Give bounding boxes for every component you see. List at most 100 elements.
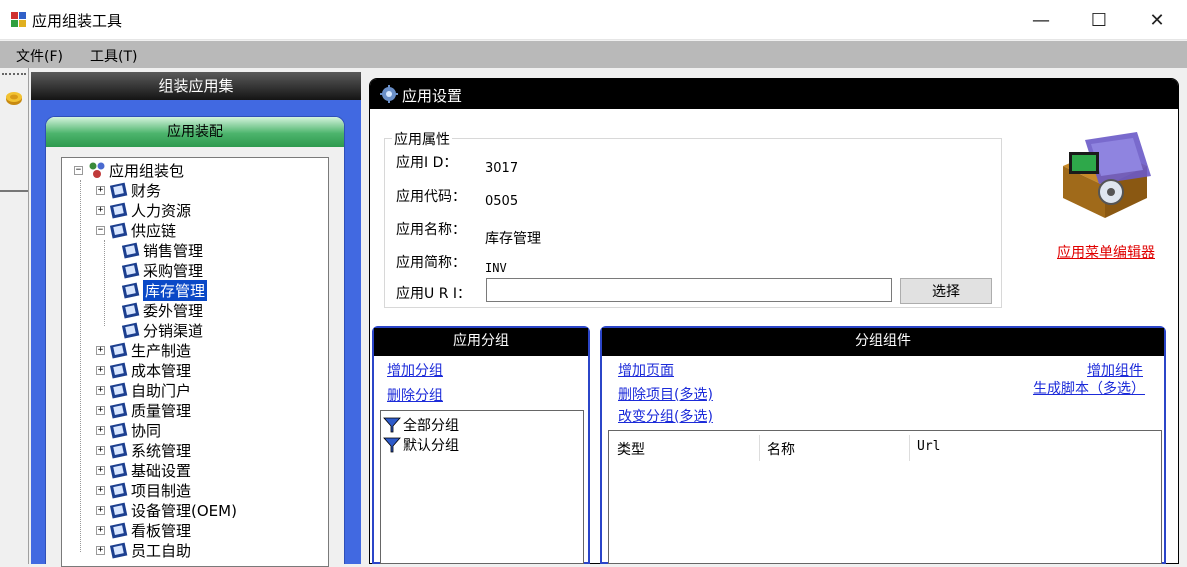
title-bar: 应用组装工具 — ☐ ✕ xyxy=(0,0,1187,40)
tree-node-label: 成本管理 xyxy=(131,361,192,380)
coin-icon[interactable] xyxy=(4,90,24,106)
tree-node[interactable]: + 员工自助 xyxy=(96,540,191,560)
app-short-name-label: 应用简称： xyxy=(396,255,466,271)
tree-node[interactable]: + 协同 xyxy=(96,420,161,440)
app-properties-legend: 应用属性 xyxy=(392,129,452,149)
tree-node[interactable]: + 成本管理 xyxy=(96,360,191,380)
tree-leaf[interactable]: 采购管理 xyxy=(122,260,203,280)
module-icon xyxy=(122,282,140,299)
window-title: 应用组装工具 xyxy=(32,12,123,30)
expand-toggle[interactable]: + xyxy=(96,445,105,455)
menu-editor-icon[interactable] xyxy=(1055,126,1155,222)
tree-node[interactable]: + 自助门户 xyxy=(96,380,191,400)
menu-editor-link[interactable]: 应用菜单编辑器 xyxy=(1057,242,1155,262)
column-header-name[interactable]: 名称 xyxy=(767,439,795,459)
delete-group-link[interactable]: 删除分组 xyxy=(387,385,443,405)
module-icon xyxy=(122,302,140,319)
module-icon xyxy=(110,542,128,559)
strip-divider xyxy=(0,190,28,192)
tree-node-root[interactable]: − 应用组装包 xyxy=(74,160,184,180)
close-button[interactable]: ✕ xyxy=(1128,0,1186,40)
app-settings-header: 应用设置 xyxy=(370,79,1178,109)
expand-toggle[interactable]: + xyxy=(96,505,105,515)
expand-toggle[interactable]: + xyxy=(96,385,105,395)
delete-items-link[interactable]: 删除项目(多选) xyxy=(618,384,713,404)
filter-funnel-icon xyxy=(383,437,401,453)
collapse-toggle[interactable]: − xyxy=(74,165,83,175)
tree-node[interactable]: + 设备管理(OEM) xyxy=(96,500,237,520)
group-components-header: 分组组件 xyxy=(602,328,1164,356)
expand-toggle[interactable]: + xyxy=(96,485,105,495)
module-icon xyxy=(110,422,128,439)
expand-toggle[interactable]: + xyxy=(96,405,105,415)
tree-node[interactable]: + 项目制造 xyxy=(96,480,191,500)
tree-node-label: 委外管理 xyxy=(143,301,204,320)
select-button[interactable]: 选择 xyxy=(900,278,992,304)
group-item-label: 默认分组 xyxy=(403,438,459,454)
column-divider xyxy=(759,435,760,461)
app-uri-input[interactable] xyxy=(486,278,892,302)
tree-node[interactable]: + 系统管理 xyxy=(96,440,191,460)
tree-node-label: 应用组装包 xyxy=(109,161,185,180)
tree-node[interactable]: + 看板管理 xyxy=(96,520,191,540)
expand-toggle[interactable]: + xyxy=(96,365,105,375)
expand-toggle[interactable]: + xyxy=(96,425,105,435)
module-icon xyxy=(110,442,128,459)
column-header-url[interactable]: Url xyxy=(917,439,940,454)
expand-toggle[interactable]: + xyxy=(96,465,105,475)
group-item-all[interactable]: 全部分组 xyxy=(383,415,459,435)
tree-node[interactable]: + 生产制造 xyxy=(96,340,191,360)
module-icon xyxy=(122,262,140,279)
tree-leaf[interactable]: 委外管理 xyxy=(122,300,203,320)
expand-toggle[interactable]: + xyxy=(96,345,105,355)
tree-node[interactable]: + 财务 xyxy=(96,180,161,200)
column-divider xyxy=(909,435,910,461)
app-code-value: 0505 xyxy=(485,194,519,209)
tree-node-label: 生产制造 xyxy=(131,341,192,360)
expand-toggle[interactable]: + xyxy=(96,205,105,215)
change-group-link[interactable]: 改变分组(多选) xyxy=(618,406,713,426)
app-name-label: 应用名称： xyxy=(396,222,466,238)
app-tree[interactable]: − 应用组装包 + 财务 + 人力资源 − 供应链 销售管理 采购管理 库存管理… xyxy=(61,157,329,567)
add-group-link[interactable]: 增加分组 xyxy=(387,360,443,380)
tree-leaf[interactable]: 分销渠道 xyxy=(122,320,203,340)
expand-toggle[interactable]: + xyxy=(96,525,105,535)
minimize-button[interactable]: — xyxy=(1012,0,1070,40)
components-table[interactable]: 类型 名称 Url xyxy=(608,430,1162,564)
group-item-default[interactable]: 默认分组 xyxy=(383,435,459,455)
tree-node-label: 自助门户 xyxy=(131,381,192,400)
tree-node-label: 设备管理(OEM) xyxy=(131,501,237,520)
app-uri-label: 应用U R I： xyxy=(396,286,472,302)
expand-toggle[interactable]: + xyxy=(96,545,105,555)
add-component-link[interactable]: 增加组件 xyxy=(1087,360,1143,380)
module-icon xyxy=(110,202,128,219)
tree-leaf[interactable]: 销售管理 xyxy=(122,240,203,260)
group-list[interactable]: 全部分组 默认分组 xyxy=(380,410,584,564)
module-icon xyxy=(110,462,128,479)
tree-node[interactable]: + 质量管理 xyxy=(96,400,191,420)
maximize-button[interactable]: ☐ xyxy=(1070,0,1128,40)
tree-leaf-selected[interactable]: 库存管理 xyxy=(122,279,208,301)
collapse-toggle[interactable]: − xyxy=(96,225,105,235)
tree-node-label: 系统管理 xyxy=(131,441,192,460)
module-icon xyxy=(110,402,128,419)
add-page-link[interactable]: 增加页面 xyxy=(618,360,674,380)
generate-script-link[interactable]: 生成脚本（多选） xyxy=(1033,378,1145,398)
column-header-type[interactable]: 类型 xyxy=(617,439,645,459)
assembly-panel-header: 组装应用集 xyxy=(31,72,361,100)
tree-node-label: 采购管理 xyxy=(143,261,204,280)
package-icon xyxy=(89,162,105,178)
tree-node-open[interactable]: − 供应链 xyxy=(96,220,176,240)
module-icon xyxy=(110,522,128,539)
menu-file[interactable]: 文件(F) xyxy=(16,46,63,66)
tree-guide-line xyxy=(80,180,81,552)
module-icon xyxy=(110,222,128,239)
expand-toggle[interactable]: + xyxy=(96,185,105,195)
assembly-panel: 组装应用集 应用装配 − 应用组装包 + 财务 + 人力资源 − 供应链 销售管… xyxy=(31,72,361,567)
menu-tools[interactable]: 工具(T) xyxy=(90,46,137,66)
tree-node-label: 供应链 xyxy=(131,221,177,240)
tree-node[interactable]: + 基础设置 xyxy=(96,460,191,480)
tree-node[interactable]: + 人力资源 xyxy=(96,200,191,220)
strip-grip[interactable] xyxy=(2,73,26,75)
tree-node-label: 项目制造 xyxy=(131,481,192,500)
